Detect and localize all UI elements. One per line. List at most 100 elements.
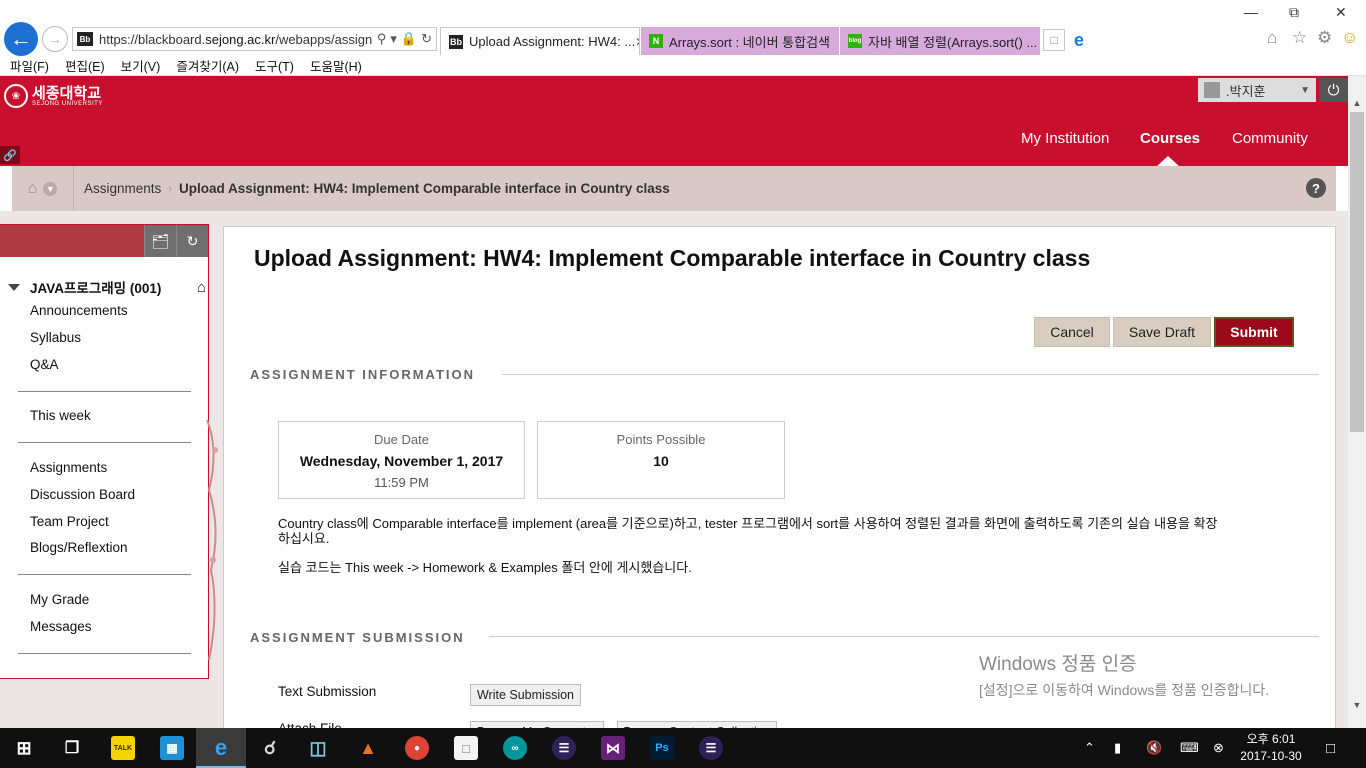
scroll-down-icon[interactable]: ▼ [1348, 696, 1366, 714]
home-icon[interactable]: ⌂ [28, 180, 38, 198]
restore-icon[interactable]: ⧉ [1289, 4, 1299, 21]
tab-label: 자바 배열 정렬(Arrays.sort() ... [868, 34, 1038, 50]
lock-icon[interactable]: 🔒 [401, 31, 417, 47]
search-icon[interactable]: ⚲ [377, 31, 387, 47]
university-logo[interactable]: ❀ 세종대학교 SEJONG UNIVERSITY [4, 84, 103, 108]
watermark-subtitle: [설정]으로 이동하여 Windows를 정품 인증합니다. [979, 682, 1270, 698]
blog-favicon-icon: blog [848, 34, 862, 48]
task-view-icon[interactable]: ❐ [60, 736, 84, 760]
description-line: 하십시요. [278, 531, 330, 546]
address-bar[interactable]: Bb https://blackboard.sejong.ac.kr/webap… [72, 27, 437, 51]
visual-studio-icon[interactable]: ⋈ [601, 736, 625, 760]
menu-item-assignments[interactable]: Assignments [30, 460, 107, 475]
vertical-scrollbar[interactable]: ▲ ▼ [1348, 76, 1366, 728]
arduino-icon[interactable]: ∞ [503, 736, 527, 760]
save-draft-button[interactable]: Save Draft [1113, 317, 1211, 347]
breadcrumb-current: Upload Assignment: HW4: Implement Compar… [178, 181, 670, 196]
volume-muted-icon[interactable]: 🔇 [1146, 728, 1162, 768]
menu-item-messages[interactable]: Messages [30, 619, 92, 634]
menu-item-syllabus[interactable]: Syllabus [30, 330, 81, 345]
notification-x-icon[interactable]: ⊗ [1213, 728, 1224, 768]
points-possible-box: Points Possible 10 [537, 421, 785, 499]
breadcrumb-home[interactable]: ⌂ ▼ [12, 166, 74, 211]
eclipse-icon[interactable]: ☰ [699, 736, 723, 760]
close-window-icon[interactable]: ✕ [1335, 4, 1347, 21]
matlab-icon[interactable]: ▲ [356, 736, 380, 760]
minimize-icon[interactable]: — [1244, 4, 1258, 20]
file-explorer-icon[interactable]: ▦ [160, 736, 184, 760]
refresh-icon[interactable]: ↻ [176, 225, 208, 257]
forward-arrow-icon[interactable]: → [42, 26, 68, 52]
scroll-thumb[interactable] [1350, 112, 1364, 432]
menu-item-announcements[interactable]: Announcements [30, 303, 128, 318]
menu-file[interactable]: 파일(F) [10, 56, 49, 75]
menu-item-blogs[interactable]: Blogs/Reflextion [30, 540, 128, 555]
menu-divider [18, 574, 191, 575]
new-tab-button[interactable]: □ [1043, 29, 1065, 51]
browser-chrome: ← → Bb https://blackboard.sejong.ac.kr/w… [0, 0, 1366, 56]
section-divider [502, 374, 1319, 375]
tab-blog[interactable]: blog 자바 배열 정렬(Arrays.sort() ... [840, 27, 1040, 55]
menu-help[interactable]: 도움말(H) [310, 56, 362, 75]
notes-app-icon[interactable]: ◫ [306, 736, 330, 760]
bb-favicon-icon: Bb [449, 34, 463, 49]
write-submission-button[interactable]: Write Submission [470, 684, 581, 706]
menu-favorites[interactable]: 즐겨찾기(A) [176, 56, 239, 75]
chevron-down-icon[interactable]: ▼ [43, 181, 58, 196]
action-center-icon[interactable]: □ [1326, 728, 1335, 768]
windows-start-icon[interactable]: ⊞ [12, 736, 36, 760]
back-arrow-icon[interactable]: ← [4, 22, 38, 56]
photoshop-icon[interactable]: Ps [650, 736, 674, 760]
menu-item-this-week[interactable]: This week [30, 408, 91, 423]
breadcrumb-assignments[interactable]: Assignments [84, 181, 161, 196]
tab-label: Upload Assignment: HW4: ... [469, 34, 636, 49]
refresh-icon[interactable]: ↻ [421, 31, 432, 47]
gear-icon[interactable]: ⚙ [1317, 28, 1332, 48]
tab-naver-search[interactable]: N Arrays.sort : 네이버 통합검색 [641, 27, 839, 55]
home-icon[interactable]: ⌂ [1267, 28, 1277, 48]
menu-item-qa[interactable]: Q&A [30, 357, 59, 372]
link-icon[interactable]: 🔗 [0, 146, 20, 164]
page-title: Upload Assignment: HW4: Implement Compar… [254, 245, 1091, 271]
menu-item-discussion-board[interactable]: Discussion Board [30, 487, 135, 502]
text-submission-label: Text Submission [278, 684, 377, 699]
menu-item-my-grade[interactable]: My Grade [30, 592, 89, 607]
menu-item-team-project[interactable]: Team Project [30, 514, 109, 529]
help-icon[interactable]: ? [1306, 178, 1326, 198]
address-url[interactable]: https://blackboard.sejong.ac.kr/webapps/… [99, 32, 373, 47]
collapse-triangle-icon[interactable] [8, 283, 20, 291]
edge-logo-icon[interactable]: e [1068, 29, 1090, 51]
menu-edit[interactable]: 편집(E) [65, 56, 105, 75]
keyboard-icon[interactable]: ⌨ [1180, 728, 1199, 768]
tab-upload-assignment[interactable]: Bb Upload Assignment: HW4: ... ✕ [440, 27, 640, 55]
due-date-value: Wednesday, November 1, 2017 [299, 453, 504, 469]
nav-community[interactable]: Community [1232, 130, 1308, 147]
submit-button[interactable]: Submit [1214, 317, 1294, 347]
cancel-button[interactable]: Cancel [1034, 317, 1110, 347]
internet-explorer-icon[interactable]: e [209, 735, 233, 760]
battery-icon[interactable]: ▮ [1114, 728, 1121, 768]
dropdown-icon[interactable]: ▾ [390, 31, 397, 47]
close-tab-icon[interactable]: ✕ [635, 35, 639, 49]
tray-chevron-up-icon[interactable]: ⌃ [1084, 728, 1095, 768]
paint-icon[interactable]: ☌ [258, 736, 282, 760]
nav-my-institution[interactable]: My Institution [1021, 130, 1109, 147]
course-title[interactable]: JAVA프로그래밍 (001) ⌂ [8, 277, 206, 297]
favorites-star-icon[interactable]: ☆ [1292, 28, 1307, 48]
system-clock[interactable]: 오후 6:01 2017-10-30 [1236, 731, 1306, 765]
nav-courses[interactable]: Courses [1140, 130, 1200, 147]
menu-view[interactable]: 보기(V) [121, 56, 161, 75]
assignment-submission-heading: ASSIGNMENT SUBMISSION [250, 630, 465, 645]
kakaotalk-icon[interactable]: TALK [111, 736, 135, 760]
blank-document-icon[interactable]: □ [454, 736, 478, 760]
eclipse-icon[interactable]: ☰ [552, 736, 576, 760]
scroll-up-icon[interactable]: ▲ [1348, 94, 1366, 112]
breadcrumb-separator-icon: › [168, 182, 172, 195]
smiley-feedback-icon[interactable]: ☺ [1341, 28, 1358, 48]
user-menu[interactable]: .박지훈 ▼ [1198, 78, 1316, 102]
menu-tools[interactable]: 도구(T) [255, 56, 294, 75]
home-icon[interactable]: ⌂ [197, 279, 206, 296]
folder-view-icon[interactable]: 🗂 [144, 225, 176, 257]
chrome-icon[interactable]: ● [405, 736, 429, 760]
logout-power-icon[interactable]: ⏻ [1319, 78, 1348, 102]
